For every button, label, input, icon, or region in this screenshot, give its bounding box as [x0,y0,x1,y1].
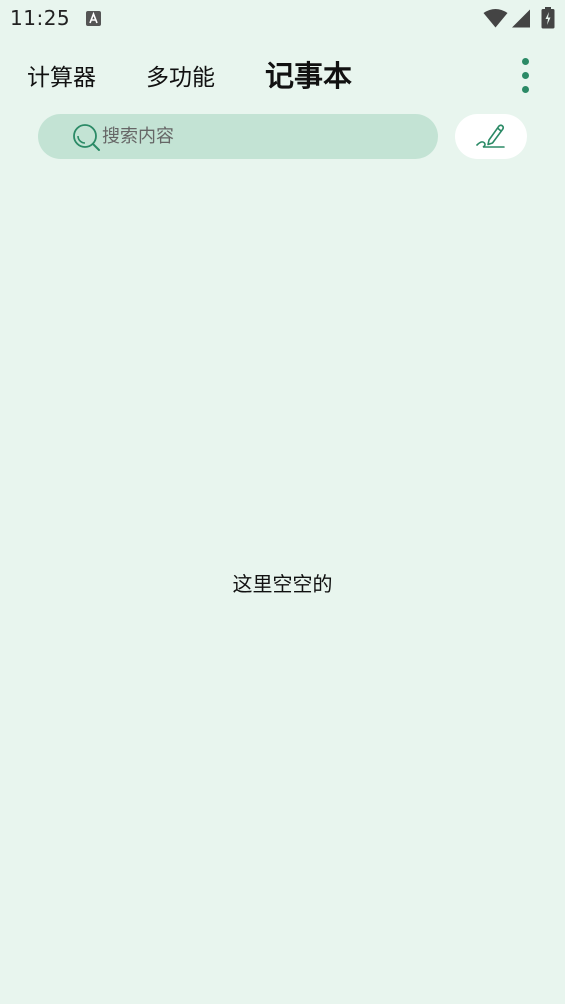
search-bar[interactable] [38,114,438,159]
search-icon [73,124,100,151]
tab-calculator[interactable]: 计算器 [27,58,96,98]
search-input[interactable] [102,114,422,159]
battery-charging-icon [541,7,555,29]
signal-icon [512,9,530,28]
more-vert-icon [522,86,529,93]
empty-state-message: 这里空空的 [232,572,333,596]
wifi-icon [483,9,508,28]
more-options-button[interactable] [512,56,540,96]
status-bar: 11:25 [0,0,565,38]
notification-a-icon [86,11,101,26]
pen-icon [476,124,505,148]
tab-multifunction[interactable]: 多功能 [146,58,215,98]
notes-screen: 11:25 计算器 多功能 记事本 搜索内容 这里空空的 [0,0,565,1004]
tab-notes[interactable]: 记事本 [265,56,352,96]
more-vert-icon [522,72,529,79]
status-time: 11:25 [10,6,71,30]
new-note-button[interactable] [455,114,527,159]
more-vert-icon [522,58,529,65]
